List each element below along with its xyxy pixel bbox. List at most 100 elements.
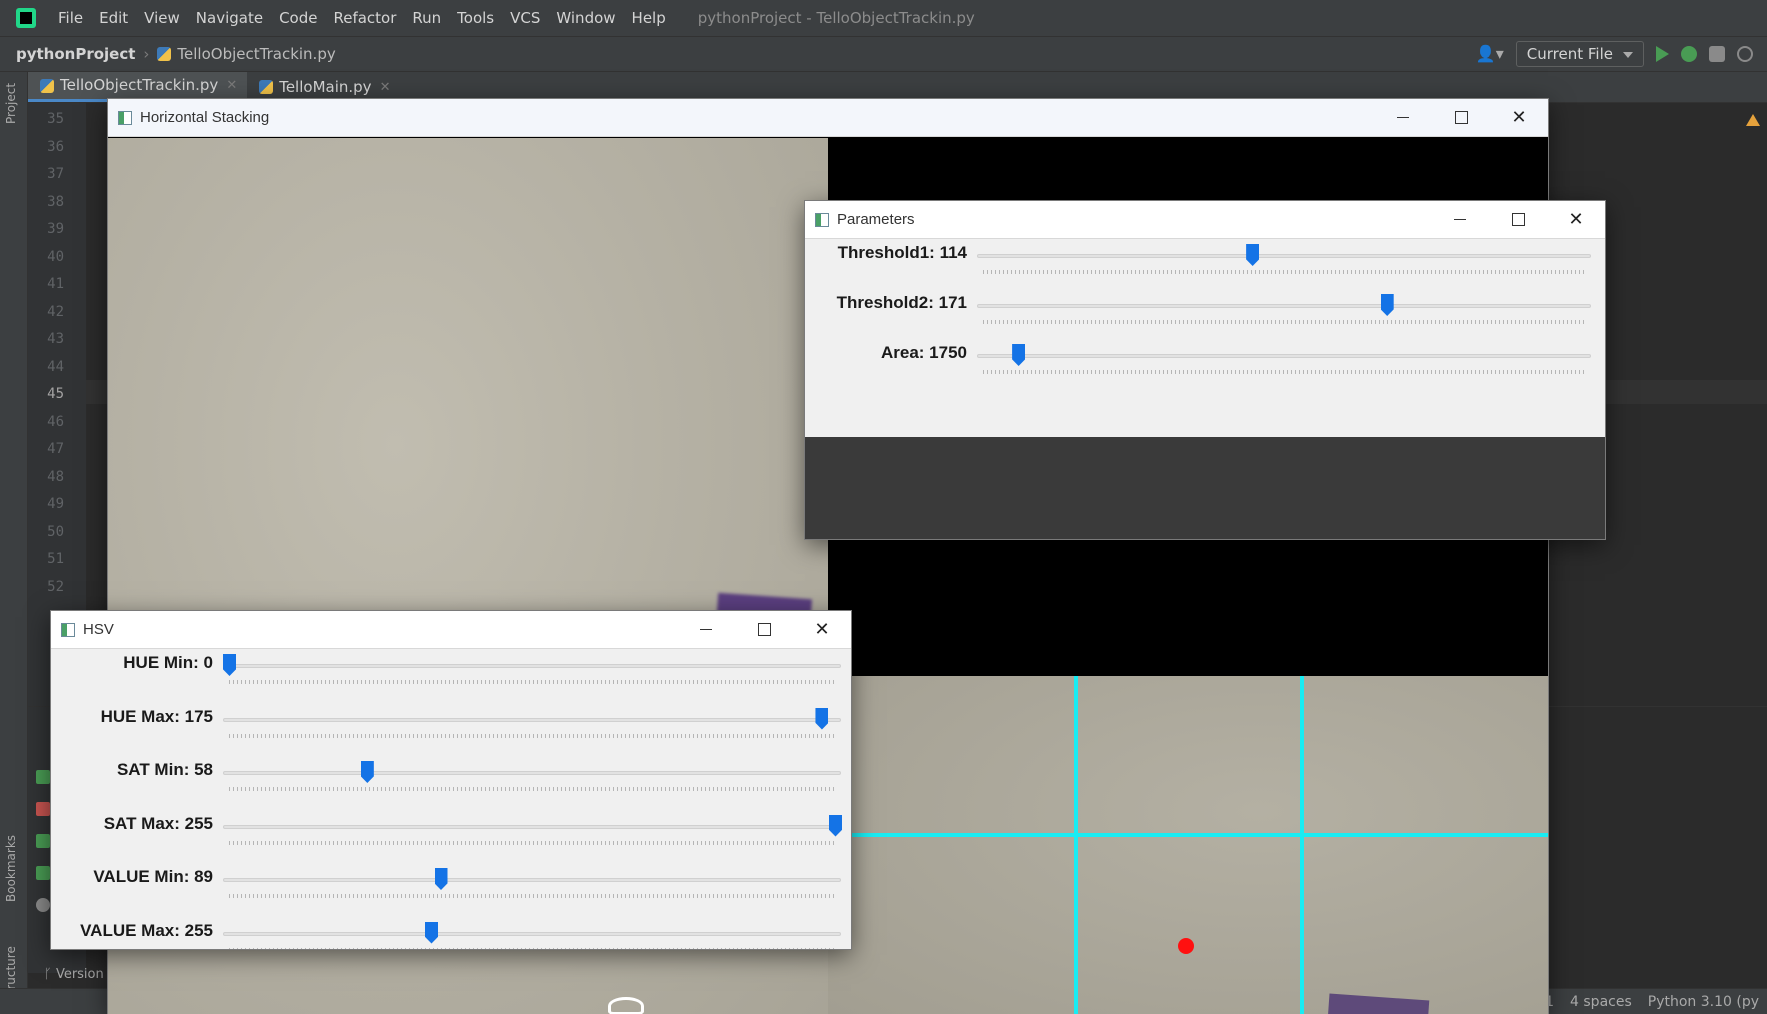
project-tool-button[interactable]: Project: [4, 83, 18, 124]
trackbar-thumb[interactable]: [1012, 344, 1026, 366]
menu-help[interactable]: Help: [624, 0, 674, 36]
trackbar-thumb[interactable]: [815, 707, 829, 730]
trackbar-label: Area: 1750: [880, 343, 967, 362]
minimize-button[interactable]: [1374, 99, 1432, 137]
trackbar-ticks: [983, 270, 1585, 274]
trackbar-track[interactable]: [977, 254, 1591, 258]
debug-run-icon[interactable]: [36, 866, 50, 880]
trackbar-label: SAT Max: 255: [103, 813, 213, 833]
trackbar-track[interactable]: [223, 664, 841, 668]
window-title: Horizontal Stacking: [140, 109, 270, 126]
opencv-window-icon: [61, 622, 75, 637]
menu-vcs[interactable]: VCS: [502, 0, 548, 36]
line-number: 35: [47, 111, 64, 127]
close-button[interactable]: ✕: [1490, 99, 1548, 137]
trackbar-thumb[interactable]: [223, 654, 236, 676]
window-title: HSV: [83, 621, 114, 638]
menu-run[interactable]: Run: [404, 0, 449, 36]
minimize-button[interactable]: [1431, 201, 1489, 239]
trackbar-thumb[interactable]: [1380, 294, 1394, 316]
indent-setting[interactable]: 4 spaces: [1570, 989, 1632, 1014]
line-number: 40: [47, 248, 64, 265]
trackbar-row: SAT Max: 255: [51, 814, 851, 848]
menu-tools[interactable]: Tools: [449, 0, 502, 36]
menu-navigate[interactable]: Navigate: [188, 0, 271, 36]
trackbar-ticks: [229, 894, 835, 898]
tab-tello-object-trackin[interactable]: TelloObjectTrackin.py ✕: [28, 70, 248, 102]
close-icon[interactable]: ✕: [226, 70, 237, 101]
navigation-bar: pythonProject › TelloObjectTrackin.py 👤▾…: [0, 36, 1767, 72]
line-number: 45: [47, 386, 64, 402]
close-button[interactable]: ✕: [793, 611, 851, 649]
close-button[interactable]: ✕: [1547, 201, 1605, 239]
trackbar-ticks: [229, 787, 835, 791]
trackbar-thumb[interactable]: [1246, 244, 1260, 266]
trackbar-thumb[interactable]: [829, 814, 842, 837]
hsv-window: HSV ✕ HUE Min: 0 HUE Max: 175 SAT Min: 58 S…: [51, 611, 851, 949]
warning-icon[interactable]: [1746, 114, 1760, 126]
trackbar-track[interactable]: [223, 771, 841, 775]
python-interpreter[interactable]: Python 3.10 (py: [1648, 989, 1759, 1014]
trackbar-track[interactable]: [223, 717, 841, 722]
trackbar-ticks: [229, 733, 835, 738]
trackbar-label-box: Area: 1750: [805, 343, 967, 373]
breadcrumb-project[interactable]: pythonProject: [16, 45, 135, 63]
stop-icon[interactable]: [36, 802, 50, 816]
tab-tello-main[interactable]: TelloMain.py ✕: [247, 72, 400, 102]
trackbar-thumb[interactable]: [434, 868, 448, 890]
tab-label: TelloMain.py: [279, 77, 372, 96]
trackbar-ticks: [983, 320, 1585, 324]
python-file-icon: [157, 47, 172, 61]
opencv-window-icon: [118, 110, 132, 125]
rerun-icon[interactable]: [36, 770, 50, 784]
menu-file[interactable]: File: [50, 0, 91, 36]
trackbar-row: Threshold1: 114: [805, 243, 1605, 277]
maximize-button[interactable]: [1432, 99, 1490, 137]
tab-label: TelloObjectTrackin.py: [60, 76, 219, 94]
window-titlebar[interactable]: Horizontal Stacking ✕: [108, 99, 1548, 137]
trackbar-ticks: [983, 370, 1585, 374]
user-account-icon[interactable]: 👤▾: [1476, 43, 1504, 65]
line-number: 44: [47, 358, 64, 375]
menu-window[interactable]: Window: [548, 0, 623, 36]
debug-icon[interactable]: [1681, 46, 1697, 62]
line-number: 36: [47, 138, 64, 155]
menu-view[interactable]: View: [136, 0, 188, 36]
minimize-button[interactable]: [677, 611, 735, 649]
version-control-tab[interactable]: ᚴ Version: [44, 962, 104, 988]
trackbar-label: HUE Min: 0: [123, 653, 213, 672]
menu-code[interactable]: Code: [271, 0, 325, 36]
maximize-button[interactable]: [1489, 201, 1547, 239]
trackbar-track[interactable]: [223, 931, 841, 936]
window-titlebar[interactable]: Parameters ✕: [805, 201, 1605, 239]
run-icon[interactable]: [1656, 46, 1669, 62]
window-titlebar[interactable]: HSV ✕: [51, 611, 851, 649]
trackbar-track[interactable]: [977, 354, 1591, 358]
trackbar-track[interactable]: [223, 878, 841, 882]
trackbar-label: Threshold1: 114: [837, 243, 967, 262]
trackbar-thumb[interactable]: [360, 761, 374, 783]
trackbar-track[interactable]: [977, 304, 1591, 308]
run-configuration-select[interactable]: Current File: [1515, 41, 1644, 67]
maximize-button[interactable]: [735, 611, 793, 649]
trackbar-track[interactable]: [223, 824, 841, 829]
breadcrumb-file[interactable]: TelloObjectTrackin.py: [157, 45, 336, 63]
trackbar-row: VALUE Min: 89: [51, 867, 851, 901]
resume-icon[interactable]: [36, 834, 50, 848]
line-number: 48: [47, 468, 64, 485]
bookmarks-tool-button[interactable]: Bookmarks: [4, 835, 18, 902]
trackbar-label-box: VALUE Min: 89: [51, 867, 213, 897]
menu-edit[interactable]: Edit: [91, 0, 136, 36]
mask-contour-blob: [608, 997, 644, 1014]
trackbar-label-box: Threshold1: 114: [805, 243, 967, 273]
profile-icon[interactable]: [1737, 46, 1753, 62]
close-icon[interactable]: ✕: [380, 72, 391, 103]
breadcrumb-separator-icon: ›: [143, 45, 150, 63]
frame-center-dot: [1178, 938, 1194, 954]
coverage-icon[interactable]: [1709, 46, 1725, 62]
window-title: Parameters: [837, 211, 915, 228]
menu-refactor[interactable]: Refactor: [325, 0, 404, 36]
settings-icon[interactable]: [36, 898, 50, 912]
trackbar-thumb[interactable]: [425, 921, 438, 944]
line-number: 37: [47, 166, 64, 182]
